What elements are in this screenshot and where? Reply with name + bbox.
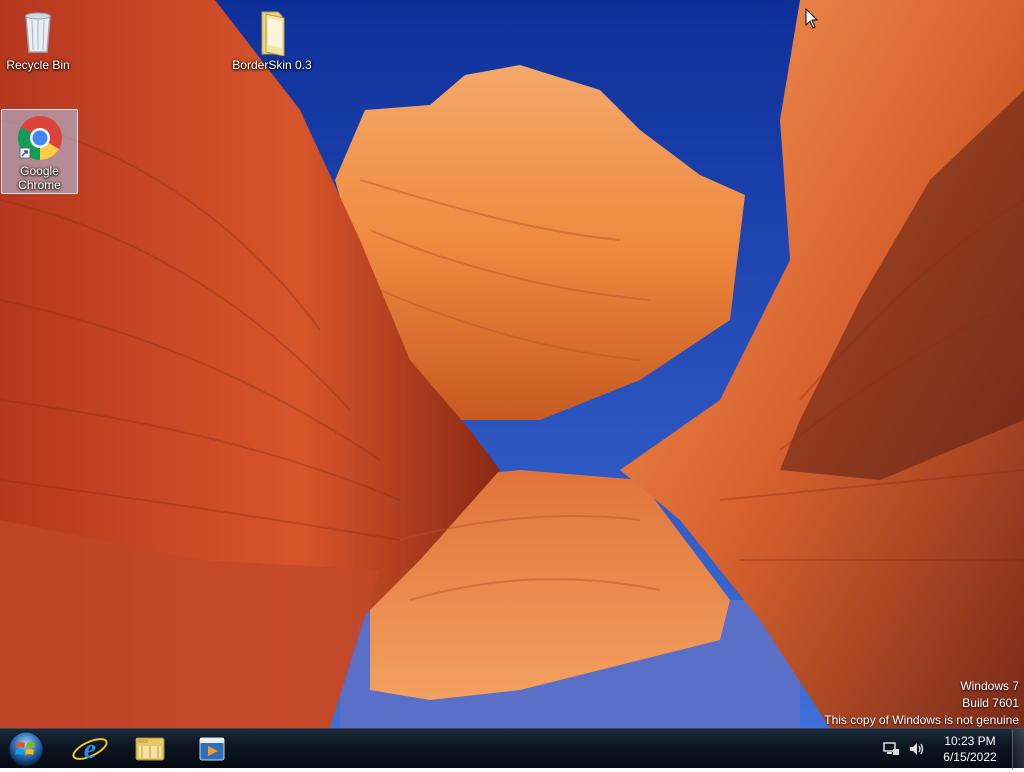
desktop-icon-label: Recycle Bin	[6, 58, 70, 72]
genuine-watermark: Windows 7 Build 7601 This copy of Window…	[824, 678, 1019, 729]
taskbar-internet-explorer[interactable]: e	[70, 732, 110, 766]
desktop-icon-borderskin[interactable]: BorderSkin 0.3	[232, 4, 312, 72]
wallpaper-art	[0, 0, 1024, 728]
clock-time: 10:23 PM	[944, 734, 996, 748]
network-icon[interactable]	[882, 740, 900, 758]
build-number: Build 7601	[962, 696, 1019, 710]
system-tray: 10:23 PM 6/15/2022	[882, 729, 1006, 769]
start-button[interactable]	[6, 731, 46, 767]
chrome-icon	[16, 114, 64, 162]
media-player-icon	[199, 737, 225, 761]
windows-start-icon	[8, 731, 44, 767]
recycle-bin-icon	[14, 8, 62, 56]
mouse-cursor-icon	[805, 7, 819, 30]
taskbar-media-player[interactable]	[192, 732, 232, 766]
show-desktop-button[interactable]	[1012, 729, 1024, 769]
taskbar: e 10:23 PM 6/15/2022	[0, 728, 1024, 769]
file-explorer-icon	[135, 737, 165, 761]
desktop-icon-google-chrome[interactable]: Google Chrome	[1, 109, 78, 194]
desktop-icon-recycle-bin[interactable]: Recycle Bin	[0, 4, 76, 72]
internet-explorer-icon: e	[72, 734, 108, 765]
svg-text:e: e	[84, 734, 96, 765]
genuine-notice: This copy of Windows is not genuine	[824, 713, 1019, 727]
desktop-wallpaper	[0, 0, 1024, 728]
clock[interactable]: 10:23 PM 6/15/2022	[940, 733, 1000, 765]
os-name: Windows 7	[960, 679, 1019, 693]
desktop-icon-label: BorderSkin 0.3	[232, 58, 312, 72]
clock-date: 6/15/2022	[943, 750, 997, 764]
folder-icon	[248, 8, 296, 57]
taskbar-windows-explorer[interactable]	[130, 732, 170, 766]
desktop-icon-label: Google Chrome	[18, 164, 61, 192]
volume-icon[interactable]	[908, 740, 926, 758]
